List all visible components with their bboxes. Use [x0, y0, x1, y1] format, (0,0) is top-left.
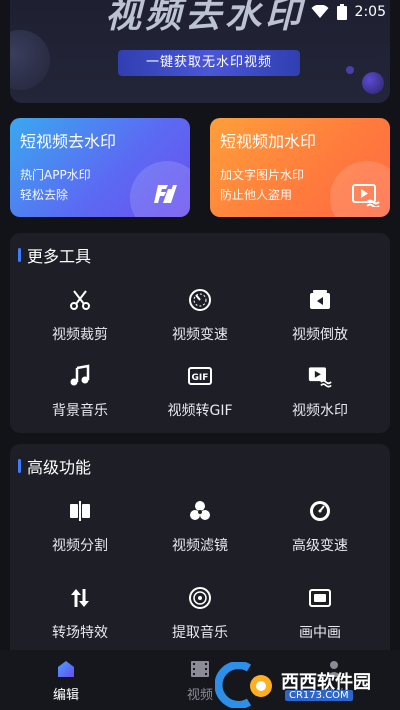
music-note-icon — [70, 364, 90, 386]
video-watermark-icon — [308, 367, 332, 388]
scissors-icon — [70, 290, 90, 310]
tool-transition-effects[interactable]: 转场特效 — [20, 586, 140, 642]
music-disc-icon — [189, 587, 211, 609]
more-tools-panel: 更多工具 视频裁剪 视频变速 视频倒放 背景音乐 GIF 视频转GIF 视频水印 — [10, 233, 390, 433]
section-accent-bar — [18, 459, 21, 473]
split-icon — [70, 501, 90, 521]
site-watermark: 西西软件园 CR173.COM — [215, 660, 400, 710]
watermark-url: CR173.COM — [285, 690, 353, 701]
home-icon — [58, 661, 74, 677]
tool-video-to-gif[interactable]: GIF 视频转GIF — [140, 364, 260, 420]
watermark-logo-icon — [215, 662, 272, 708]
picture-in-picture-icon — [309, 589, 331, 607]
card-desc-line2: 防止他人盗用 — [220, 188, 293, 202]
tool-label: 背景音乐 — [52, 403, 108, 419]
remove-watermark-card[interactable]: 短视频去水印 热门APP水印 轻松去除 — [10, 118, 190, 217]
tool-video-crop[interactable]: 视频裁剪 — [20, 288, 140, 344]
transition-arrows-icon — [71, 589, 89, 607]
tool-label: 提取音乐 — [172, 625, 228, 641]
card-title: 短视频去水印 — [20, 132, 117, 151]
card-title: 短视频加水印 — [220, 132, 317, 151]
wifi-icon — [311, 5, 329, 18]
advanced-features-panel: 高级功能 视频分割 视频滤镜 高级变速 转场特效 提取音乐 画中画 — [10, 444, 390, 664]
section-header: 更多工具 — [18, 243, 91, 267]
banner-planet — [362, 72, 384, 94]
nav-label: 编辑 — [52, 688, 79, 703]
video-watermark-icon — [352, 184, 380, 207]
tool-label: 转场特效 — [52, 625, 108, 641]
card-desc-line1: 加文字图片水印 — [220, 168, 305, 182]
banner-decoration — [10, 30, 50, 90]
tool-label: 高级变速 — [292, 538, 348, 554]
tool-advanced-speed[interactable]: 高级变速 — [260, 499, 380, 555]
tool-picture-in-picture[interactable]: 画中画 — [260, 586, 380, 642]
tool-label: 视频分割 — [52, 538, 108, 554]
tool-video-speed[interactable]: 视频变速 — [140, 288, 260, 344]
section-title: 更多工具 — [27, 247, 92, 266]
battery-icon — [336, 4, 347, 20]
section-accent-bar — [18, 248, 21, 262]
film-strip-icon — [191, 661, 209, 677]
status-bar: 2:05 — [0, 0, 400, 24]
speedometer-icon — [189, 289, 211, 311]
card-desc-line1: 热门APP水印 — [20, 168, 91, 182]
tool-video-filter[interactable]: 视频滤镜 — [140, 499, 260, 555]
section-header: 高级功能 — [18, 454, 91, 478]
film-remove-icon — [154, 185, 177, 203]
filter-icon — [190, 501, 210, 520]
tool-video-reverse[interactable]: 视频倒放 — [260, 288, 380, 344]
gauge-icon — [310, 501, 330, 521]
tool-label: 视频滤镜 — [172, 538, 228, 554]
reverse-play-icon — [310, 290, 330, 309]
section-title: 高级功能 — [27, 458, 92, 477]
tool-label: 视频倒放 — [292, 327, 348, 343]
tool-label: 视频裁剪 — [52, 327, 108, 343]
tool-video-split[interactable]: 视频分割 — [20, 499, 140, 555]
tool-extract-music[interactable]: 提取音乐 — [140, 586, 260, 642]
tool-label: 画中画 — [299, 625, 341, 641]
tool-video-watermark[interactable]: 视频水印 — [260, 364, 380, 420]
status-time: 2:05 — [354, 4, 386, 20]
tool-label: 视频水印 — [292, 403, 348, 419]
banner-subtitle: 一键获取无水印视频 — [118, 50, 300, 76]
tool-label: 视频转GIF — [167, 403, 233, 419]
gif-icon-text: GIF — [192, 373, 209, 383]
card-desc-line2: 轻松去除 — [20, 188, 69, 202]
gif-icon: GIF — [188, 367, 212, 385]
tool-label: 视频变速 — [172, 327, 228, 343]
add-watermark-card[interactable]: 短视频加水印 加文字图片水印 防止他人盗用 — [210, 118, 390, 217]
banner-planet-small — [346, 66, 354, 74]
nav-edit[interactable]: 编辑 — [26, 660, 106, 703]
tool-background-music[interactable]: 背景音乐 — [20, 364, 140, 420]
